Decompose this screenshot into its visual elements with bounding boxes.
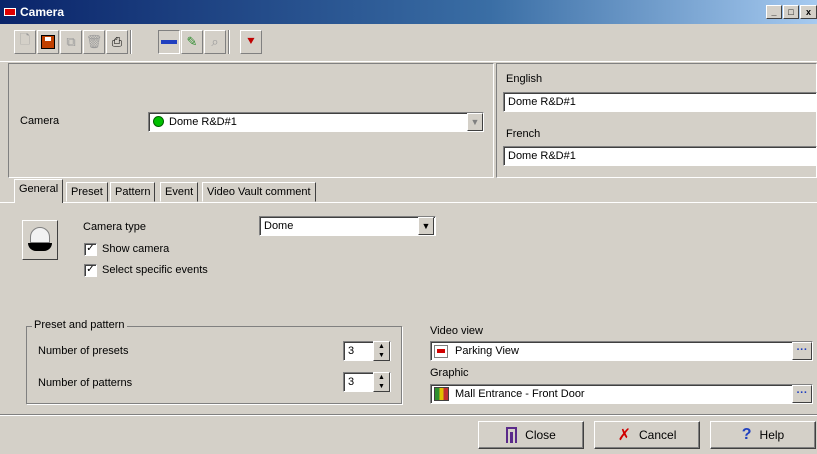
- binoculars-icon: ⌕: [211, 34, 219, 49]
- delete-icon: 🗑: [85, 34, 103, 49]
- print-button[interactable]: ⎙: [106, 30, 128, 54]
- cancel-button[interactable]: ✗ Cancel: [594, 421, 700, 449]
- english-label: English: [506, 73, 543, 85]
- camera-app-icon: [4, 8, 16, 16]
- window-title: Camera: [20, 5, 65, 19]
- camera-select-value: Dome R&D#1: [169, 116, 237, 128]
- patterns-spinner[interactable]: ▲ ▼: [373, 372, 390, 392]
- toolbar-separator: [130, 30, 132, 54]
- show-camera-checkbox[interactable]: ✓: [84, 243, 97, 256]
- video-view-browse-button[interactable]: ···: [792, 342, 812, 360]
- presets-spinner[interactable]: ▲ ▼: [373, 341, 390, 361]
- show-camera-label: Show camera: [102, 243, 170, 255]
- number-of-patterns-value: 3: [348, 376, 355, 388]
- cancel-button-label: Cancel: [639, 428, 677, 442]
- select-specific-events-checkbox[interactable]: ✓: [84, 264, 97, 277]
- camera-type-select[interactable]: Dome: [259, 216, 436, 236]
- preset-pattern-group: [26, 326, 402, 404]
- pin-icon: ⯆: [245, 34, 257, 49]
- minus-button[interactable]: [158, 30, 180, 54]
- tab-pattern[interactable]: Pattern: [110, 182, 156, 202]
- new-button[interactable]: 🗋: [14, 30, 36, 54]
- minus-icon: [161, 40, 177, 44]
- preset-pattern-group-title: Preset and pattern: [32, 319, 127, 331]
- title-bar: Camera _ □ x: [0, 0, 817, 24]
- tab-general[interactable]: General: [14, 179, 64, 203]
- link-icon: ✎: [186, 34, 198, 49]
- number-of-patterns-label: Number of patterns: [38, 377, 133, 389]
- print-icon: ⎙: [111, 34, 123, 49]
- delete-button[interactable]: 🗑: [83, 30, 105, 54]
- tab-event[interactable]: Event: [160, 182, 199, 202]
- number-of-presets-label: Number of presets: [38, 345, 129, 357]
- save-icon: [41, 35, 55, 49]
- save-button[interactable]: [37, 30, 59, 54]
- copy-icon: ⧉: [66, 34, 76, 49]
- link-button[interactable]: ✎: [181, 30, 203, 54]
- close-window-button[interactable]: x: [800, 5, 817, 19]
- door-icon: [506, 427, 518, 443]
- dome-camera-icon: [28, 227, 52, 253]
- english-name-field[interactable]: Dome R&D#1: [503, 92, 817, 112]
- question-mark-icon: ?: [741, 426, 752, 443]
- camera-type-label: Camera type: [83, 221, 146, 233]
- copy-button[interactable]: ⧉: [60, 30, 82, 54]
- graphic-field[interactable]: Mall Entrance - Front Door: [430, 384, 813, 404]
- find-button[interactable]: ⌕: [204, 30, 226, 54]
- new-icon: 🗋: [19, 32, 31, 47]
- cancel-x-icon: ✗: [617, 427, 632, 444]
- help-button[interactable]: ? Help: [710, 421, 816, 449]
- help-button-label: Help: [759, 428, 785, 442]
- camera-type-value: Dome: [264, 220, 294, 232]
- close-button[interactable]: Close: [478, 421, 584, 449]
- tab-preset[interactable]: Preset: [66, 182, 108, 202]
- tab-strip-line: [0, 202, 817, 203]
- camera-dropdown-arrow-icon[interactable]: ▼: [467, 113, 483, 131]
- camera-type-dropdown-arrow-icon[interactable]: ▼: [418, 217, 434, 235]
- french-label: French: [506, 128, 541, 140]
- video-view-field[interactable]: Parking View: [430, 341, 813, 361]
- french-name-field[interactable]: Dome R&D#1: [503, 146, 817, 166]
- camera-type-picture: [22, 220, 58, 260]
- status-indicator-icon: [153, 116, 164, 127]
- maximize-button[interactable]: □: [783, 5, 799, 19]
- video-view-value: Parking View: [455, 345, 519, 357]
- minimize-button[interactable]: _: [766, 5, 782, 19]
- camera-select[interactable]: Dome R&D#1: [148, 112, 484, 132]
- graphic-browse-button[interactable]: ···: [792, 385, 812, 403]
- close-button-label: Close: [525, 428, 556, 442]
- graphic-value: Mall Entrance - Front Door: [455, 388, 585, 400]
- number-of-presets-value: 3: [348, 345, 355, 357]
- video-view-icon: [434, 345, 448, 358]
- select-specific-events-label: Select specific events: [102, 264, 208, 276]
- graphic-map-icon: [434, 387, 449, 401]
- tab-video-vault-comment[interactable]: Video Vault comment: [202, 182, 316, 202]
- toolbar-separator: [228, 30, 230, 54]
- camera-label: Camera: [20, 115, 60, 127]
- graphic-label: Graphic: [430, 367, 469, 379]
- pin-button[interactable]: ⯆: [240, 30, 262, 54]
- video-view-label: Video view: [430, 325, 483, 337]
- bottom-separator-highlight: [0, 415, 817, 416]
